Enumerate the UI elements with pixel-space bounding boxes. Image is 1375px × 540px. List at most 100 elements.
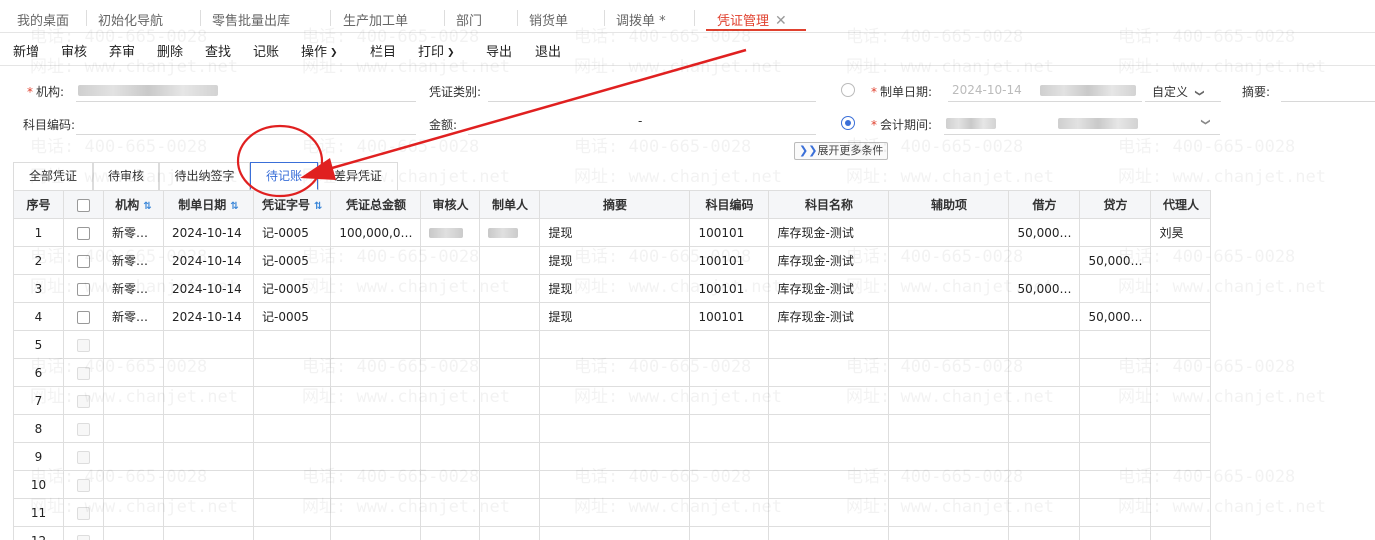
col-org-label: 机构 xyxy=(115,198,140,212)
tab-divider xyxy=(444,10,445,26)
empty-cell xyxy=(103,386,164,415)
row-org: 新零… xyxy=(103,246,164,275)
row-voucher-no[interactable]: 记-0005 xyxy=(252,246,332,275)
col-voucher-no-label: 凭证字号 xyxy=(262,198,311,212)
empty-cell xyxy=(420,498,481,527)
export-button[interactable]: 导出 xyxy=(486,41,512,60)
period-start-redacted[interactable] xyxy=(946,118,996,129)
empty-cell xyxy=(539,442,691,471)
audit-button[interactable]: 审核 xyxy=(61,41,87,60)
row-checkbox-disabled xyxy=(77,450,90,464)
row-select[interactable] xyxy=(63,274,104,303)
date-mode-label: 自定义 xyxy=(1152,85,1189,99)
col-org[interactable]: 机构 ⇅ xyxy=(103,190,164,219)
row-summary: 提现 xyxy=(539,218,691,247)
empty-cell xyxy=(330,358,422,387)
subtab-diff-vouchers[interactable]: 差异凭证 xyxy=(318,162,398,190)
period-end-redacted[interactable] xyxy=(1058,118,1138,129)
row-voucher-no[interactable]: 记-0005 xyxy=(252,302,332,331)
row-checkbox[interactable] xyxy=(77,310,90,324)
create-date-value[interactable]: 2024-10-14 xyxy=(952,83,1022,97)
select-all-checkbox[interactable] xyxy=(77,198,90,212)
tab-transfer-order[interactable]: 调拨单 * xyxy=(616,10,666,29)
empty-cell xyxy=(479,442,541,471)
row-checkbox-disabled xyxy=(77,422,90,436)
col-aux: 辅助项 xyxy=(888,190,1010,219)
subtab-pending-cashier-sign[interactable]: 待出纳签字 xyxy=(159,162,250,190)
row-checkbox[interactable] xyxy=(77,226,90,240)
subtab-all-vouchers[interactable]: 全部凭证 xyxy=(13,162,93,190)
sort-icon[interactable]: ⇅ xyxy=(230,201,238,212)
row-subject-code: 100101 xyxy=(689,302,770,331)
sort-icon[interactable]: ⇅ xyxy=(143,201,151,212)
subtab-pending-audit[interactable]: 待审核 xyxy=(93,162,159,190)
empty-cell xyxy=(689,442,770,471)
amount-field[interactable] xyxy=(468,134,816,135)
subtab-pending-post[interactable]: 待记账 xyxy=(250,162,318,190)
tab-sales-order[interactable]: 销货单 xyxy=(529,10,568,29)
post-button[interactable]: 记账 xyxy=(253,41,279,60)
empty-cell xyxy=(1150,470,1212,499)
row-subject-name: 库存现金-测试 xyxy=(768,274,890,303)
active-tab-indicator xyxy=(706,29,806,31)
empty-cell xyxy=(330,442,422,471)
date-mode-select[interactable]: 自定义 ❯ xyxy=(1152,83,1204,100)
print-menu-button[interactable]: 打印 ❯ xyxy=(418,41,455,60)
print-label: 打印 xyxy=(418,45,445,60)
tab-voucher-management[interactable]: 凭证管理 ✕ xyxy=(717,10,787,29)
new-button[interactable]: 新增 xyxy=(13,41,39,60)
chevron-down-icon: ❯ xyxy=(1199,117,1210,126)
period-dropdown-icon[interactable]: ❯ xyxy=(1198,114,1210,128)
exit-button[interactable]: 退出 xyxy=(535,41,561,60)
delete-button[interactable]: 删除 xyxy=(157,41,183,60)
row-agent xyxy=(1150,302,1212,331)
columns-button[interactable]: 栏目 xyxy=(370,41,396,60)
row-aux xyxy=(888,274,1010,303)
col-agent: 代理人 xyxy=(1150,190,1212,219)
close-icon[interactable]: ✕ xyxy=(775,13,787,29)
row-subject-code: 100101 xyxy=(689,218,770,247)
col-voucher-no[interactable]: 凭证字号 ⇅ xyxy=(252,190,332,219)
row-checkbox-disabled xyxy=(77,366,90,380)
voucher-type-field[interactable] xyxy=(488,101,816,102)
empty-cell xyxy=(420,414,481,443)
tab-retail-batch-out[interactable]: 零售批量出库 xyxy=(212,10,290,29)
tab-init-guide[interactable]: 初始化导航 xyxy=(98,10,163,29)
table-row[interactable]: 3 新零… 2024-10-14 记-0005 提现 100101 库存现金-测试 50,00… xyxy=(13,274,1212,303)
row-seq: 9 xyxy=(13,442,64,471)
row-select[interactable] xyxy=(63,218,104,247)
row-select[interactable] xyxy=(63,246,104,275)
empty-cell xyxy=(330,330,422,359)
tab-divider xyxy=(86,10,87,26)
row-seq: 10 xyxy=(13,470,64,499)
table-row[interactable]: 1 新零… 2024-10-14 记-0005 100,000,0… 提现 100101 库存… xyxy=(13,218,1212,247)
sort-icon[interactable]: ⇅ xyxy=(314,201,322,212)
row-select[interactable] xyxy=(63,302,104,331)
row-voucher-no[interactable]: 记-0005 xyxy=(252,218,332,247)
table-row[interactable]: 2 新零… 2024-10-14 记-0005 提现 100101 库存现金-测试 50,00… xyxy=(13,246,1212,275)
col-select-all[interactable] xyxy=(63,190,104,219)
col-date[interactable]: 制单日期 ⇅ xyxy=(163,190,254,219)
unaudit-button[interactable]: 弃审 xyxy=(109,41,135,60)
row-checkbox[interactable] xyxy=(77,254,90,268)
find-button[interactable]: 查找 xyxy=(205,41,231,60)
summary-label: 摘要: xyxy=(1242,85,1271,99)
empty-cell xyxy=(163,358,254,387)
tab-production-order[interactable]: 生产加工单 xyxy=(343,10,408,29)
empty-cell xyxy=(1008,386,1081,415)
create-date-end-redacted[interactable] xyxy=(1040,85,1136,96)
summary-field[interactable] xyxy=(1281,101,1375,102)
table-row[interactable]: 4 新零… 2024-10-14 记-0005 提现 100101 库存现金-测试 50,00… xyxy=(13,302,1212,331)
row-checkbox[interactable] xyxy=(77,282,90,296)
empty-cell xyxy=(1150,386,1212,415)
create-date-radio[interactable] xyxy=(841,83,855,97)
empty-cell xyxy=(330,386,422,415)
period-radio[interactable] xyxy=(841,116,855,130)
row-voucher-no[interactable]: 记-0005 xyxy=(252,274,332,303)
operate-menu-button[interactable]: 操作 ❯ xyxy=(301,41,338,60)
tab-department[interactable]: 部门 xyxy=(456,10,482,29)
tab-my-desktop[interactable]: 我的桌面 xyxy=(17,10,69,29)
expand-more-conditions-button[interactable]: ❯❯展开更多条件 xyxy=(794,142,889,160)
org-field-redacted[interactable] xyxy=(78,85,218,96)
subject-code-field[interactable] xyxy=(76,134,416,135)
